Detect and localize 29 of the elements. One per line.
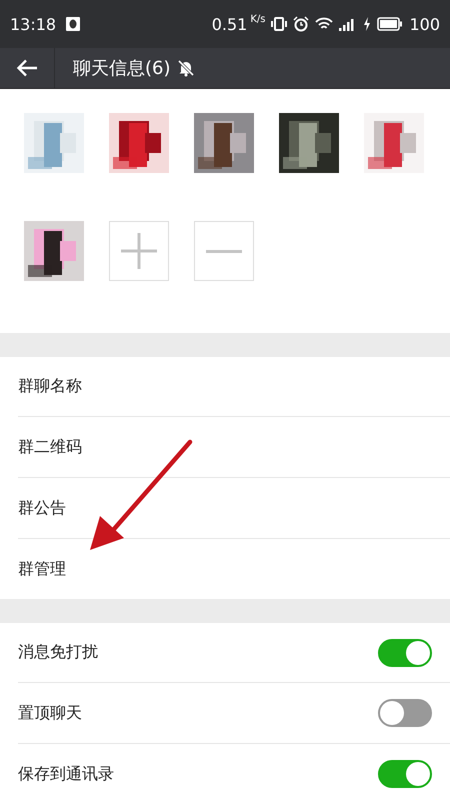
settings-row[interactable]: 群聊名称 <box>18 357 450 417</box>
speed-unit: K/s <box>250 14 266 25</box>
settings-row[interactable]: 群二维码 <box>18 417 450 478</box>
row-label: 群公告 <box>18 498 67 518</box>
charging-icon <box>363 17 372 31</box>
back-arrow-icon <box>16 59 38 77</box>
vibrate-icon <box>271 17 288 31</box>
network-speed: 0.51 <box>212 14 248 34</box>
battery-level: 100 <box>409 14 440 34</box>
status-time: 13:18 <box>10 14 56 34</box>
row-label: 群聊名称 <box>18 376 83 397</box>
row-label: 保存到通讯录 <box>18 764 115 784</box>
row-label: 群二维码 <box>18 436 83 458</box>
settings-row[interactable]: 消息免打扰 <box>18 623 450 683</box>
alarm-icon <box>293 16 310 32</box>
window-title: 聊天信息(6) <box>73 57 170 80</box>
row-label: 消息免打扰 <box>18 642 99 663</box>
minus-icon <box>205 250 243 252</box>
settings-row[interactable]: 群管理 <box>18 539 450 599</box>
wifi-icon <box>315 17 334 31</box>
toggle-switch[interactable] <box>378 699 432 727</box>
plus-icon <box>120 232 158 270</box>
settings-row[interactable]: 置顶聊天 <box>18 683 450 744</box>
toggle-switch[interactable] <box>378 638 432 666</box>
battery-icon <box>377 17 404 31</box>
settings-row[interactable]: 保存到通讯录 <box>18 744 450 800</box>
row-label: 置顶聊天 <box>18 702 83 724</box>
toggle-switch[interactable] <box>378 760 432 788</box>
row-label: 群管理 <box>18 558 67 580</box>
